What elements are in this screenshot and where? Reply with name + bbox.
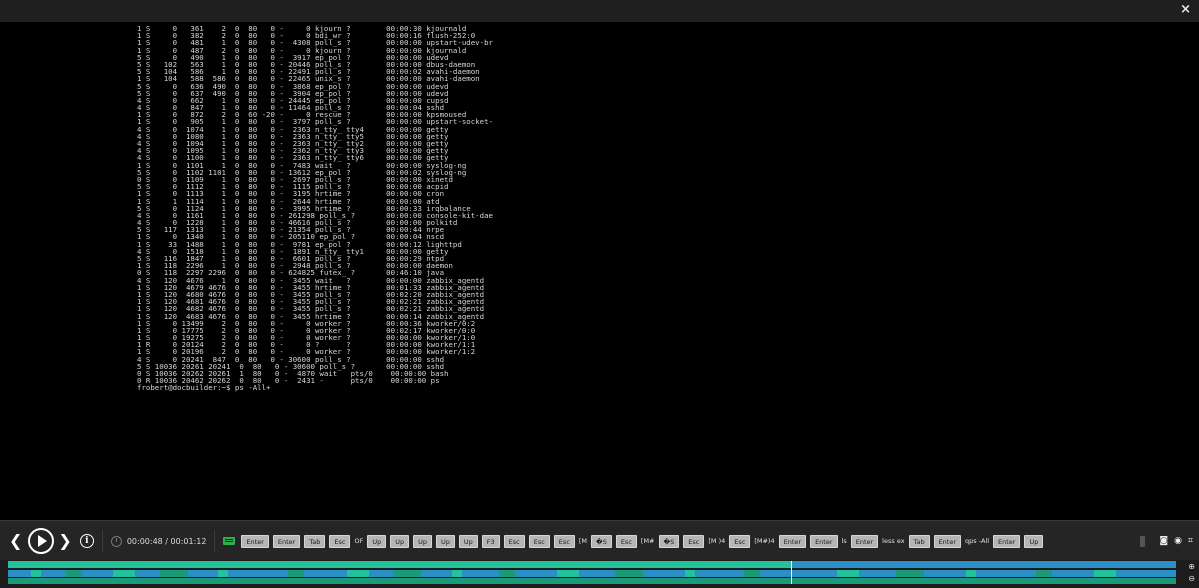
keystroke-key[interactable]: Up <box>367 534 387 548</box>
keystroke-key[interactable]: Esc <box>729 534 751 548</box>
timeline[interactable]: ⊕ ⊖ <box>0 560 1199 588</box>
player-controls: ❮ ❯ i 00:00:48 / 00:01:12 Enter Enter Tab E… <box>0 520 1199 561</box>
keystroke-key[interactable]: Tab <box>304 534 326 548</box>
fullscreen-icon[interactable]: ⌗ <box>1188 536 1193 546</box>
camera-icon[interactable]: ◙ <box>1159 536 1168 546</box>
time-display: 00:00:48 / 00:01:12 <box>101 530 216 552</box>
timeline-segment <box>557 570 579 577</box>
keyboard-icon[interactable] <box>223 537 236 545</box>
timeline-segment <box>113 570 135 577</box>
terminal-screen[interactable]: 1 S 0 361 2 0 80 0 - 0 kjourn ? 00:00:30… <box>0 22 1199 520</box>
close-icon[interactable]: × <box>1180 2 1191 18</box>
play-icon <box>38 535 48 547</box>
right-toolbar: ◙ ◉ ⌗ <box>1140 521 1193 561</box>
keystroke-key[interactable]: Enter <box>993 534 1021 548</box>
time-text: 00:00:48 / 00:01:12 <box>126 536 207 546</box>
timeline-segment <box>393 570 421 577</box>
keystroke-key[interactable]: Esc <box>329 534 351 548</box>
zoom-out-icon[interactable]: ⊖ <box>1188 574 1195 583</box>
timeline-segment <box>218 570 228 577</box>
mobile-icon[interactable] <box>1140 535 1146 547</box>
previous-icon[interactable]: ❮ <box>9 521 22 561</box>
zoom-in-icon[interactable]: ⊕ <box>1188 562 1195 571</box>
keystroke-key[interactable]: Esc <box>683 534 705 548</box>
keystroke-text: qps -All <box>965 537 989 545</box>
keystroke-key[interactable]: Esc <box>503 534 525 548</box>
timeline-segment <box>1094 570 1116 577</box>
keystroke-key[interactable]: Enter <box>850 534 879 548</box>
keystroke-key[interactable]: Up <box>390 534 410 548</box>
keystroke-text: less ex <box>882 537 905 545</box>
timeline-progress <box>8 561 791 568</box>
keystroke-key[interactable]: Esc <box>528 534 550 548</box>
keystroke-text: [M <box>578 537 588 545</box>
info-glyph: i <box>85 536 89 546</box>
keystroke-text: [M#)4 <box>754 537 775 545</box>
timeline-segment <box>966 570 976 577</box>
keystroke-text: OF <box>354 537 364 545</box>
keystroke-key[interactable]: F3 <box>481 534 500 548</box>
timeline-segment <box>347 570 369 577</box>
keystroke-key[interactable]: Up <box>413 534 432 548</box>
keystroke-text: [M )4 <box>708 537 726 545</box>
keystroke-key[interactable]: Up <box>1024 534 1044 548</box>
clock-icon <box>110 535 122 547</box>
terminal-output: 1 S 0 361 2 0 80 0 - 0 kjourn ? 00:00:30… <box>137 25 493 392</box>
timeline-segment <box>896 570 924 577</box>
eye-icon[interactable]: ◉ <box>1174 536 1182 546</box>
timeline-segment <box>31 570 41 577</box>
keystroke-key[interactable]: Tab <box>908 534 930 548</box>
info-icon[interactable]: i <box>79 534 94 548</box>
keystroke-key[interactable]: Enter <box>810 534 838 548</box>
timeline-segment <box>288 570 304 577</box>
timeline-segment <box>744 570 760 577</box>
keystroke-text: ls <box>841 537 847 545</box>
keystroke-key[interactable]: Up <box>435 534 455 548</box>
keystroke-key[interactable]: Enter <box>778 534 807 548</box>
timeline-segment <box>499 570 515 577</box>
keystroke-key[interactable]: Enter <box>241 534 269 548</box>
timeline-segment <box>837 570 859 577</box>
keystroke-key[interactable]: Enter <box>933 534 962 548</box>
timeline-segment <box>685 570 695 577</box>
timeline-segment <box>1036 570 1052 577</box>
keystroke-text: [M# <box>640 537 655 545</box>
keystroke-key[interactable]: Enter <box>272 534 301 548</box>
play-button[interactable] <box>28 528 55 554</box>
title-bar: × <box>0 0 1199 22</box>
terminal-prompt: frobert@docbuilder:~$ ps -All+ <box>137 383 271 393</box>
timeline-segment <box>452 570 462 577</box>
next-icon[interactable]: ❯ <box>58 521 71 561</box>
keystroke-key[interactable]: Up <box>458 534 478 548</box>
timeline-activity-track[interactable] <box>8 578 1176 584</box>
timeline-segment <box>160 570 188 577</box>
keystroke-key[interactable]: �S <box>591 534 612 548</box>
keystroke-key[interactable]: �S <box>658 534 680 548</box>
timeline-segment <box>66 570 82 577</box>
keystroke-key[interactable]: Esc <box>553 534 575 548</box>
playhead[interactable] <box>791 561 792 584</box>
keystroke-list: Enter Enter Tab Esc OF Up Up Up Up Up F3 Esc Esc Esc[… <box>241 534 1044 548</box>
timeline-segment <box>615 570 643 577</box>
keystroke-key[interactable]: Esc <box>615 534 637 548</box>
